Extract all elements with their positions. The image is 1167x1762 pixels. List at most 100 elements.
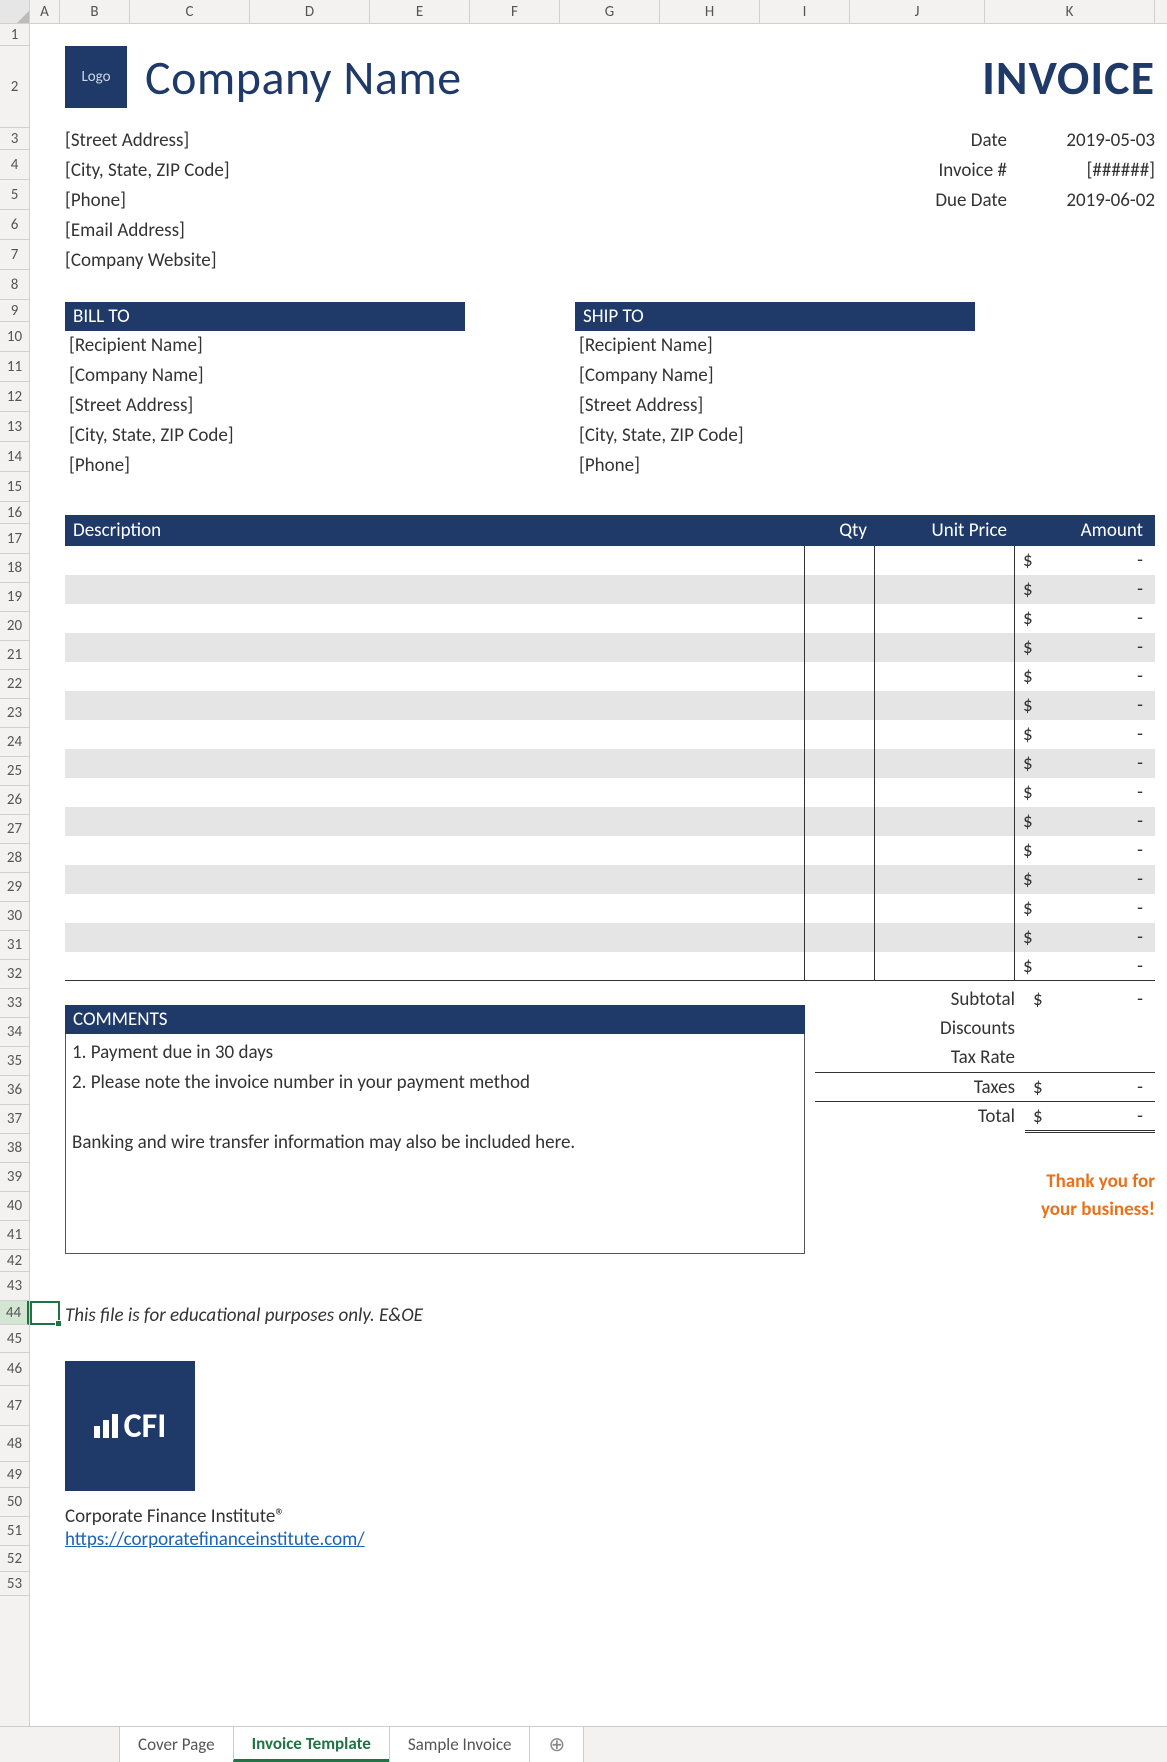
row-header-9[interactable]: 9 <box>0 300 29 322</box>
row-header-32[interactable]: 32 <box>0 960 29 989</box>
col-unit-price: Unit Price <box>875 515 1015 546</box>
line-item-row[interactable]: $- <box>65 894 1155 923</box>
col-header-D[interactable]: D <box>250 0 370 23</box>
row-header-50[interactable]: 50 <box>0 1488 29 1517</box>
row-header-12[interactable]: 12 <box>0 382 29 412</box>
row-header-4[interactable]: 4 <box>0 150 29 180</box>
comment-line: 2. Please note the invoice number in you… <box>72 1068 798 1098</box>
line-item-row[interactable]: $- <box>65 575 1155 604</box>
col-header-E[interactable]: E <box>370 0 470 23</box>
col-header-G[interactable]: G <box>560 0 660 23</box>
sheet-tab[interactable]: Cover Page <box>119 1727 234 1762</box>
row-header-45[interactable]: 45 <box>0 1325 29 1353</box>
row-header-13[interactable]: 13 <box>0 412 29 442</box>
bill-line: [Phone] <box>65 451 465 481</box>
add-sheet-button[interactable]: ⊕ <box>529 1727 584 1762</box>
line-item-row[interactable]: $- <box>65 662 1155 691</box>
line-item-row[interactable]: $- <box>65 720 1155 749</box>
row-header-27[interactable]: 27 <box>0 815 29 844</box>
row-header-1[interactable]: 1 <box>0 24 29 46</box>
grid-area: ABCDEFGHIJK 1234567891011121314151617181… <box>0 0 1167 1726</box>
row-header-16[interactable]: 16 <box>0 502 29 524</box>
row-header-52[interactable]: 52 <box>0 1546 29 1572</box>
line-item-row[interactable]: $- <box>65 865 1155 894</box>
row-header-15[interactable]: 15 <box>0 472 29 502</box>
row-header-40[interactable]: 40 <box>0 1192 29 1221</box>
line-item-row[interactable]: $- <box>65 749 1155 778</box>
col-header-H[interactable]: H <box>660 0 760 23</box>
sheet-tab[interactable]: Invoice Template <box>233 1727 390 1762</box>
line-item-row[interactable]: $- <box>65 604 1155 633</box>
select-all-corner[interactable] <box>0 0 30 23</box>
row-header-28[interactable]: 28 <box>0 844 29 873</box>
line-item-row[interactable]: $- <box>65 807 1155 836</box>
line-item-row[interactable]: $- <box>65 633 1155 662</box>
row-header-26[interactable]: 26 <box>0 786 29 815</box>
line-item-row[interactable]: $- <box>65 836 1155 865</box>
col-description: Description <box>65 515 805 546</box>
row-header-22[interactable]: 22 <box>0 670 29 699</box>
col-header-J[interactable]: J <box>850 0 985 23</box>
col-header-B[interactable]: B <box>60 0 130 23</box>
row-header-19[interactable]: 19 <box>0 583 29 612</box>
row-header-25[interactable]: 25 <box>0 757 29 786</box>
row-header-35[interactable]: 35 <box>0 1047 29 1076</box>
excel-window: ABCDEFGHIJK 1234567891011121314151617181… <box>0 0 1167 1762</box>
ship-to-block: SHIP TO [Recipient Name][Company Name][S… <box>575 302 975 481</box>
row-header-33[interactable]: 33 <box>0 989 29 1018</box>
col-header-K[interactable]: K <box>985 0 1155 23</box>
row-header-53[interactable]: 53 <box>0 1572 29 1596</box>
line-item-row[interactable]: $- <box>65 691 1155 720</box>
row-header-6[interactable]: 6 <box>0 210 29 240</box>
row-header-49[interactable]: 49 <box>0 1462 29 1488</box>
col-header-C[interactable]: C <box>130 0 250 23</box>
meta-due-label: Due Date <box>897 186 1007 216</box>
discounts-label: Discounts <box>815 1017 1025 1040</box>
comments-block: COMMENTS 1. Payment due in 30 days 2. Pl… <box>65 1005 805 1254</box>
row-header-10[interactable]: 10 <box>0 322 29 352</box>
line-item-row[interactable]: $- <box>65 546 1155 575</box>
invoice-document: Logo Company Name INVOICE [Street Addres… <box>65 24 1155 1551</box>
row-header-31[interactable]: 31 <box>0 931 29 960</box>
cfi-link[interactable]: https://corporatefinanceinstitute.com/ <box>65 1528 365 1551</box>
row-header-24[interactable]: 24 <box>0 728 29 757</box>
col-header-A[interactable]: A <box>30 0 60 23</box>
row-header-39[interactable]: 39 <box>0 1163 29 1192</box>
row-header-20[interactable]: 20 <box>0 612 29 641</box>
row-header-17[interactable]: 17 <box>0 524 29 554</box>
row-header-8[interactable]: 8 <box>0 270 29 300</box>
column-headers[interactable]: ABCDEFGHIJK <box>0 0 1167 24</box>
row-header-37[interactable]: 37 <box>0 1105 29 1134</box>
row-header-51[interactable]: 51 <box>0 1517 29 1546</box>
row-header-11[interactable]: 11 <box>0 352 29 382</box>
line-item-row[interactable]: $- <box>65 923 1155 952</box>
row-header-46[interactable]: 46 <box>0 1353 29 1386</box>
row-header-23[interactable]: 23 <box>0 699 29 728</box>
row-header-18[interactable]: 18 <box>0 554 29 583</box>
row-header-14[interactable]: 14 <box>0 442 29 472</box>
row-header-21[interactable]: 21 <box>0 641 29 670</box>
row-header-47[interactable]: 47 <box>0 1386 29 1426</box>
row-header-3[interactable]: 3 <box>0 128 29 150</box>
row-header-34[interactable]: 34 <box>0 1018 29 1047</box>
line-item-row[interactable]: $- <box>65 778 1155 807</box>
row-header-38[interactable]: 38 <box>0 1134 29 1163</box>
row-header-2[interactable]: 2 <box>0 46 29 128</box>
row-header-36[interactable]: 36 <box>0 1076 29 1105</box>
row-header-30[interactable]: 30 <box>0 902 29 931</box>
row-header-41[interactable]: 41 <box>0 1221 29 1250</box>
col-header-I[interactable]: I <box>760 0 850 23</box>
row-header-7[interactable]: 7 <box>0 240 29 270</box>
row-header-42[interactable]: 42 <box>0 1250 29 1272</box>
col-header-F[interactable]: F <box>470 0 560 23</box>
meta-due-value: 2019-06-02 <box>1025 186 1155 216</box>
worksheet[interactable]: Logo Company Name INVOICE [Street Addres… <box>30 24 1167 1726</box>
row-header-48[interactable]: 48 <box>0 1426 29 1462</box>
row-header-44[interactable]: 44 <box>0 1301 29 1325</box>
row-headers[interactable]: 1234567891011121314151617181920212223242… <box>0 24 30 1726</box>
row-header-29[interactable]: 29 <box>0 873 29 902</box>
row-header-43[interactable]: 43 <box>0 1272 29 1301</box>
sheet-tab[interactable]: Sample Invoice <box>389 1727 531 1762</box>
line-item-row[interactable]: $- <box>65 952 1155 981</box>
row-header-5[interactable]: 5 <box>0 180 29 210</box>
